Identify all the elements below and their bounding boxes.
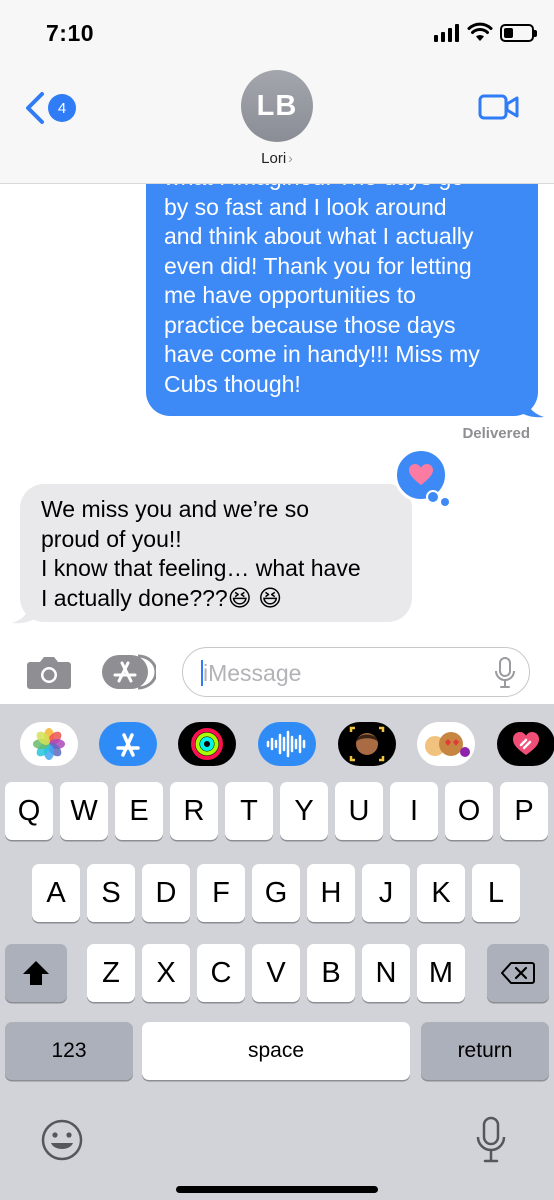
- sent-message-line: Cubs though!: [164, 370, 301, 397]
- home-indicator[interactable]: [176, 1186, 378, 1193]
- contact-name-label: Lori: [261, 150, 287, 167]
- emoji-icon[interactable]: [40, 1118, 84, 1162]
- memoji-app-icon[interactable]: [338, 722, 396, 766]
- key-l[interactable]: L: [472, 864, 520, 922]
- sent-message-line: by so fast and I look around: [164, 193, 447, 220]
- key-t[interactable]: T: [225, 782, 273, 840]
- delivered-status: Delivered: [462, 425, 530, 442]
- sent-message-line: and think about what I actually: [164, 223, 474, 249]
- keyboard: Q W E R T Y U I O P A S D F G H J K L Z …: [0, 704, 554, 1200]
- return-key[interactable]: return: [421, 1022, 549, 1080]
- received-message-line: We miss you and we’re so: [41, 496, 310, 522]
- conversation-header: 7:10 4 LB Lori ›: [0, 0, 554, 184]
- microphone-icon[interactable]: [495, 657, 515, 689]
- key-n[interactable]: N: [362, 944, 410, 1002]
- space-key[interactable]: space: [142, 1022, 410, 1080]
- received-message-bubble[interactable]: We miss you and we’re so proud of you!! …: [20, 484, 412, 622]
- key-j[interactable]: J: [362, 864, 410, 922]
- back-button[interactable]: 4: [22, 90, 76, 126]
- status-bar: 7:10: [0, 0, 554, 64]
- cellular-signal-icon: [434, 24, 459, 42]
- key-y[interactable]: Y: [280, 782, 328, 840]
- key-g[interactable]: G: [252, 864, 300, 922]
- contact-avatar[interactable]: LB: [241, 70, 313, 142]
- key-w[interactable]: W: [60, 782, 108, 840]
- key-k[interactable]: K: [417, 864, 465, 922]
- key-o[interactable]: O: [445, 782, 493, 840]
- numbers-key[interactable]: 123: [5, 1022, 133, 1080]
- audio-message-app-icon[interactable]: [258, 722, 316, 766]
- received-message-line: I know that feeling… what have: [41, 555, 361, 581]
- received-message-line: proud of you!!: [41, 525, 182, 552]
- app-store-icon[interactable]: [102, 654, 156, 690]
- wifi-icon: [467, 22, 493, 41]
- sent-message-bubble[interactable]: what I imagined. The days go by so fast …: [146, 160, 538, 416]
- key-q[interactable]: Q: [5, 782, 53, 840]
- key-c[interactable]: C: [197, 944, 245, 1002]
- tapback-tail: [426, 490, 440, 504]
- sent-bubble-tail: [520, 398, 544, 418]
- digital-touch-app-icon[interactable]: [497, 722, 554, 766]
- video-camera-icon[interactable]: [478, 92, 520, 122]
- key-b[interactable]: B: [307, 944, 355, 1002]
- message-input[interactable]: iMessage: [182, 647, 530, 697]
- key-u[interactable]: U: [335, 782, 383, 840]
- received-message-line: I actually done???😆 😆: [41, 584, 283, 611]
- key-v[interactable]: V: [252, 944, 300, 1002]
- camera-icon[interactable]: [26, 654, 72, 690]
- key-s[interactable]: S: [87, 864, 135, 922]
- key-a[interactable]: A: [32, 864, 80, 922]
- sent-message-line: practice because those days: [164, 311, 456, 338]
- app-store-app-icon[interactable]: [99, 722, 157, 766]
- sent-message-line: even did! Thank you for letting: [164, 252, 472, 279]
- heart-icon: [409, 464, 433, 485]
- chevron-right-icon: ›: [288, 150, 293, 166]
- key-r[interactable]: R: [170, 782, 218, 840]
- unread-count-badge: 4: [48, 94, 76, 122]
- shift-arrow-icon: [23, 961, 49, 985]
- contact-name[interactable]: Lori ›: [0, 150, 554, 167]
- sent-message-line: have come in handy!!! Miss my: [164, 341, 480, 367]
- sent-message-line: me have opportunities to: [164, 282, 416, 308]
- app-drawer: [0, 704, 554, 780]
- backspace-icon: [501, 962, 535, 984]
- shift-key[interactable]: [5, 944, 67, 1002]
- key-i[interactable]: I: [390, 782, 438, 840]
- key-p[interactable]: P: [500, 782, 548, 840]
- key-d[interactable]: D: [142, 864, 190, 922]
- status-time: 7:10: [46, 20, 95, 46]
- photos-app-icon[interactable]: [20, 722, 78, 766]
- battery-icon: [500, 24, 537, 42]
- key-x[interactable]: X: [142, 944, 190, 1002]
- key-h[interactable]: H: [307, 864, 355, 922]
- chevron-left-icon: [26, 92, 44, 124]
- key-m[interactable]: M: [417, 944, 465, 1002]
- key-z[interactable]: Z: [87, 944, 135, 1002]
- memoji-stickers-app-icon[interactable]: [417, 722, 475, 766]
- tapback-tail: [441, 498, 449, 506]
- received-bubble-tail: [12, 604, 36, 624]
- heart-tapback[interactable]: [394, 448, 448, 502]
- message-input-placeholder: iMessage: [203, 660, 302, 686]
- key-f[interactable]: F: [197, 864, 245, 922]
- activity-app-icon[interactable]: [178, 722, 236, 766]
- key-e[interactable]: E: [115, 782, 163, 840]
- dictation-microphone-icon[interactable]: [476, 1116, 506, 1164]
- delete-key[interactable]: [487, 944, 549, 1002]
